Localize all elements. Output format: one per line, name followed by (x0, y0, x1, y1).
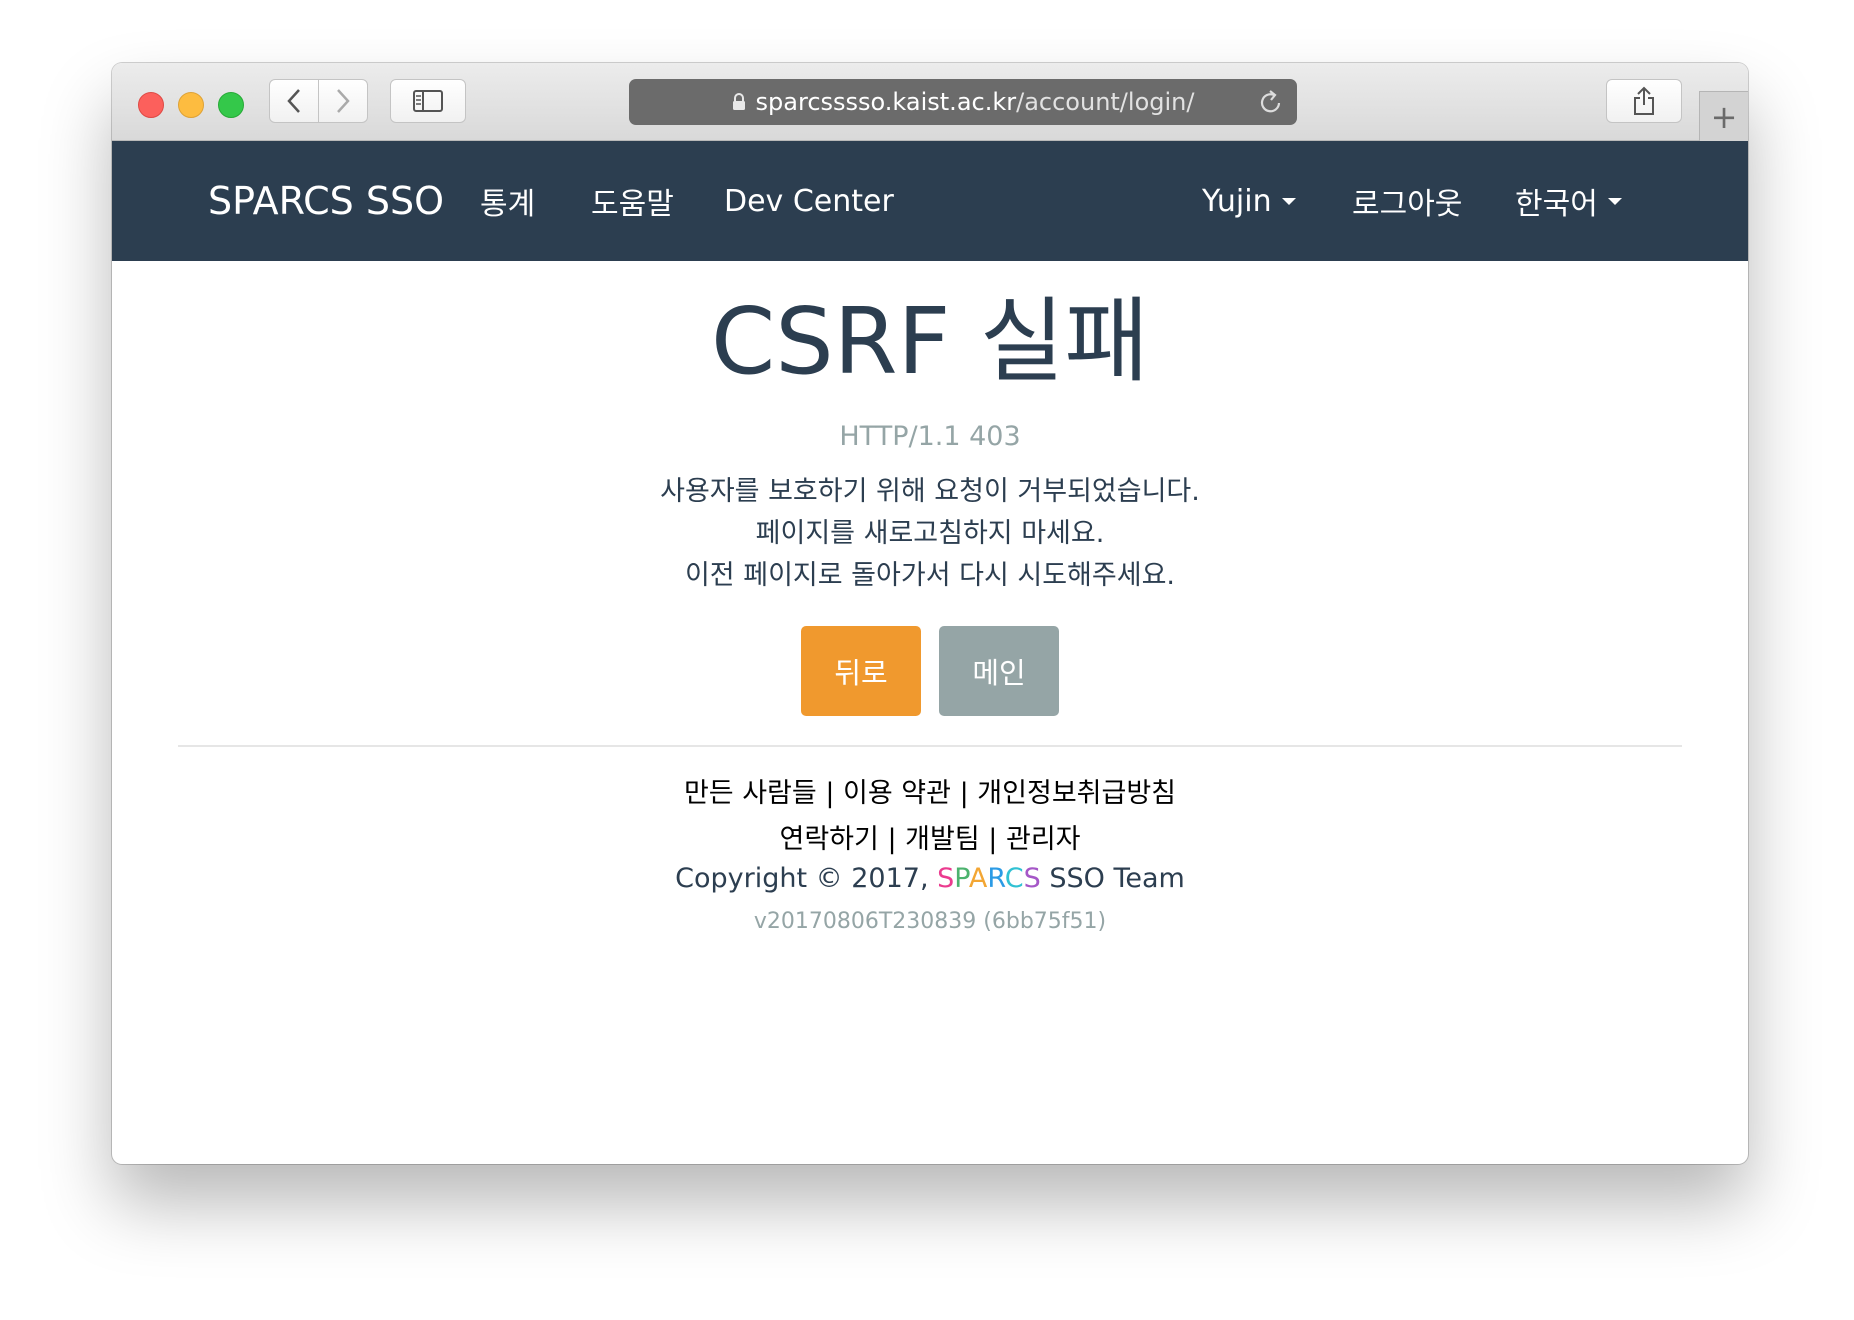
address-bar[interactable]: sparcsssso.kaist.ac.kr/account/login/ (629, 79, 1297, 125)
chevron-right-icon (337, 89, 350, 113)
share-icon (1634, 86, 1654, 115)
copyright-suffix: SSO Team (1049, 863, 1185, 894)
new-tab-button[interactable]: + (1699, 91, 1748, 141)
sidebar-toggle-button[interactable] (390, 79, 466, 123)
error-title: CSRF 실패 (710, 288, 1149, 395)
browser-window: sparcsssso.kaist.ac.kr/account/login/ + … (112, 63, 1748, 1164)
user-name: Yujin (1202, 183, 1272, 219)
chevron-left-icon (287, 89, 300, 113)
sparcs-wordmark[interactable]: SPARCS (937, 863, 1041, 894)
sparcs-letter: A (968, 863, 988, 894)
footer-copyright: Copyright © 2017, SPARCS SSO Team (112, 863, 1748, 894)
language-label: 한국어 (1515, 187, 1598, 222)
back-button[interactable]: 뒤로 (801, 626, 921, 716)
minimize-window-button[interactable] (178, 92, 204, 118)
nav-logout-link[interactable]: 로그아웃 (1352, 141, 1462, 261)
footer-privacy-link[interactable]: 개인정보취급방침 (977, 778, 1176, 809)
error-message-line: 페이지를 새로고침하지 마세요. (755, 518, 1105, 549)
user-menu-dropdown[interactable]: Yujin (1202, 141, 1296, 261)
sparcs-letter: S (1023, 863, 1041, 894)
error-message-line: 사용자를 보호하기 위해 요청이 거부되었습니다. (660, 476, 1200, 507)
sparcs-letter: P (954, 863, 969, 894)
error-status: HTTP/1.1 403 (839, 421, 1021, 452)
sparcs-letter: C (1004, 863, 1024, 894)
copyright-prefix: Copyright © 2017, (675, 863, 929, 894)
site-navbar: SPARCS SSO 통계 도움말 Dev Center Yujin 로그아웃 … (112, 141, 1748, 261)
lock-icon (732, 93, 746, 111)
footer-makers-link[interactable]: 만든 사람들 (684, 778, 817, 809)
nav-stats-link[interactable]: 통계 (480, 141, 535, 261)
version-string: v20170806T230839 (6bb75f51) (753, 909, 1107, 934)
footer-links-row: 연락하기 | 개발팀 | 관리자 (112, 817, 1748, 856)
footer-separator: | (887, 824, 897, 855)
footer-terms-link[interactable]: 이용 약관 (843, 778, 951, 809)
sparcs-letter: S (937, 863, 955, 894)
url-path: /account/login/ (1016, 88, 1195, 116)
browser-titlebar: sparcsssso.kaist.ac.kr/account/login/ + (112, 63, 1748, 141)
footer-separator: | (825, 778, 835, 809)
nav-help-link[interactable]: 도움말 (591, 141, 674, 261)
footer-links-row: 만든 사람들 | 이용 약관 | 개인정보취급방침 (112, 771, 1748, 810)
sparcs-letter: R (987, 863, 1005, 894)
zoom-window-button[interactable] (218, 92, 244, 118)
brand-link[interactable]: SPARCS SSO (208, 141, 444, 261)
footer-separator: | (988, 824, 998, 855)
footer-separator: | (959, 778, 969, 809)
error-message: 사용자를 보호하기 위해 요청이 거부되었습니다. 페이지를 새로고침하지 마세… (112, 471, 1748, 597)
reload-icon[interactable] (1259, 89, 1283, 121)
footer-dev-team-link[interactable]: 개발팀 (905, 824, 980, 855)
sidebar-icon (413, 90, 443, 112)
language-dropdown[interactable]: 한국어 (1515, 141, 1622, 261)
footer-contact-link[interactable]: 연락하기 (779, 824, 878, 855)
close-window-button[interactable] (138, 92, 164, 118)
divider (178, 745, 1682, 747)
main-button[interactable]: 메인 (939, 626, 1059, 716)
footer-admin-link[interactable]: 관리자 (1006, 824, 1081, 855)
url-host: sparcsssso.kaist.ac.kr (755, 88, 1017, 116)
browser-forward-button[interactable] (318, 79, 368, 123)
share-button[interactable] (1606, 79, 1682, 123)
nav-dev-center-link[interactable]: Dev Center (724, 141, 894, 261)
caret-down-icon (1281, 197, 1296, 205)
caret-down-icon (1607, 197, 1622, 205)
browser-back-button[interactable] (269, 79, 319, 123)
error-message-line: 이전 페이지로 돌아가서 다시 시도해주세요. (684, 560, 1176, 591)
